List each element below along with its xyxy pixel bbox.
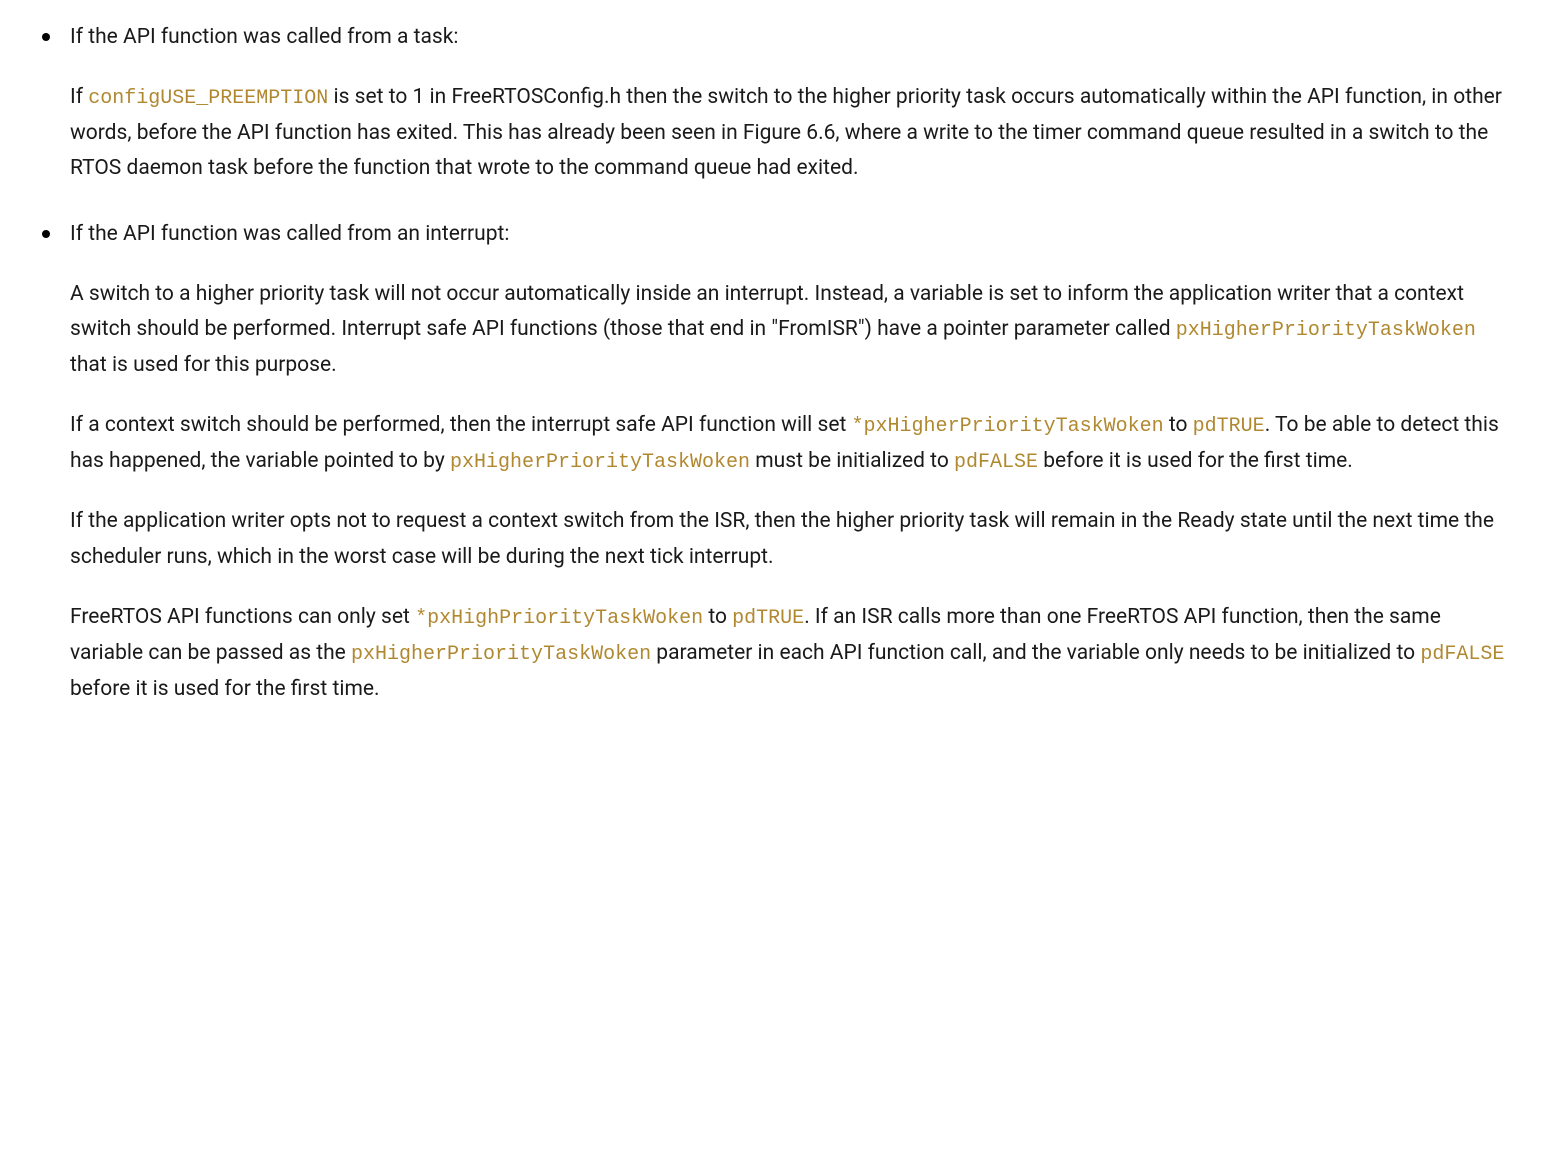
text-span: If <box>70 85 88 109</box>
paragraph: FreeRTOS API functions can only set *pxH… <box>70 600 1511 708</box>
text-span: that is used for this purpose. <box>70 353 337 377</box>
inline-code: pxHigherPriorityTaskWoken <box>1176 319 1476 342</box>
text-span: If the application writer opts not to re… <box>70 509 1494 569</box>
inline-code: pxHigherPriorityTaskWoken <box>351 643 651 666</box>
inline-code: pxHigherPriorityTaskWoken <box>450 451 750 474</box>
text-span: parameter in each API function call, and… <box>651 641 1420 665</box>
bullet-header: If the API function was called from a ta… <box>70 20 1511 56</box>
text-span: before it is used for the first time. <box>70 677 380 701</box>
text-span: must be initialized to <box>750 449 954 473</box>
inline-code: *pxHigherPriorityTaskWoken <box>852 415 1164 438</box>
bullet-header: If the API function was called from an i… <box>70 217 1511 253</box>
inline-code: pdTRUE <box>732 607 804 630</box>
paragraph: If configUSE_PREEMPTION is set to 1 in F… <box>70 80 1511 187</box>
inline-code: *pxHighPriorityTaskWoken <box>415 607 703 630</box>
text-span: to <box>703 605 732 629</box>
bullet-list: If the API function was called from a ta… <box>20 20 1511 707</box>
paragraph: If the application writer opts not to re… <box>70 504 1511 575</box>
text-span: before it is used for the first time. <box>1038 449 1353 473</box>
paragraph: If a context switch should be performed,… <box>70 408 1511 480</box>
text-span: If a context switch should be performed,… <box>70 413 852 437</box>
bullet-item: If the API function was called from a ta… <box>20 20 1511 187</box>
inline-code: configUSE_PREEMPTION <box>88 87 328 110</box>
paragraph: A switch to a higher priority task will … <box>70 277 1511 384</box>
inline-code: pdFALSE <box>954 451 1038 474</box>
text-span: to <box>1164 413 1193 437</box>
inline-code: pdTRUE <box>1193 415 1265 438</box>
text-span: FreeRTOS API functions can only set <box>70 605 415 629</box>
inline-code: pdFALSE <box>1420 643 1504 666</box>
bullet-item: If the API function was called from an i… <box>20 217 1511 707</box>
